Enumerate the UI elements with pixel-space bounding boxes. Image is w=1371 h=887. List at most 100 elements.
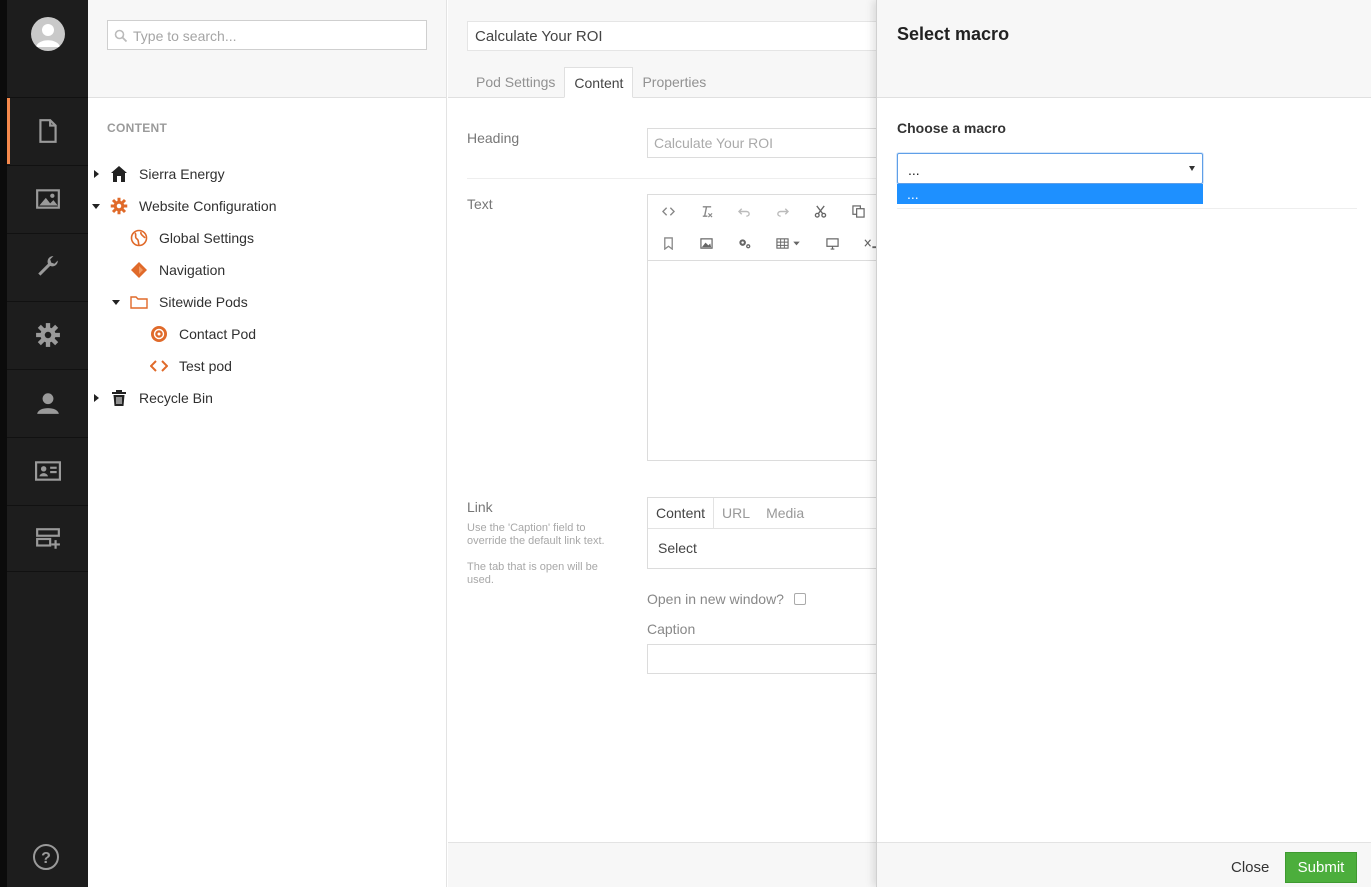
members-section[interactable] [7,437,88,504]
macro-option-selected[interactable]: ... [897,184,1203,204]
heading-label: Heading [467,130,520,146]
redo-icon[interactable] [771,200,793,222]
divider [467,178,887,179]
undo-icon[interactable] [733,200,755,222]
image-icon [35,189,60,209]
insert-image-icon[interactable] [695,232,717,254]
rte-toolbar [648,195,886,261]
tree-item-label: Contact Pod [179,326,257,342]
link-tab-content[interactable]: Content [648,498,715,529]
tree-item-recycle-bin[interactable]: Recycle Bin [92,382,213,414]
section-rail: ? [0,0,88,887]
tab-content[interactable]: Content [564,67,634,98]
new-window-label: Open in new window? [647,591,784,607]
dialog-footer: Close Submit [877,842,1371,887]
forms-section[interactable] [7,505,88,572]
tree-header [88,0,446,98]
tab-pod-settings[interactable]: Pod Settings [467,67,564,98]
help-icon[interactable]: ? [31,842,61,872]
search-input[interactable] [133,26,418,46]
link-select[interactable]: Select [658,540,697,556]
expand-caret-icon[interactable] [92,393,102,403]
developer-section[interactable] [7,233,88,300]
tree-item-navigation[interactable]: Navigation [122,254,225,286]
caption-label: Caption [647,621,696,637]
link-description: Use the 'Caption' field to override the … [467,522,605,547]
collapse-caret-icon[interactable] [112,297,122,307]
editor-tabs: Pod Settings Content Properties [467,67,715,98]
macro-select-value: ... [908,162,920,178]
gear-icon [109,196,129,216]
dialog-header: Select macro [877,0,1371,98]
media-section[interactable] [7,165,88,232]
dialog-title: Select macro [897,24,1010,44]
tree-item-label: Recycle Bin [139,390,213,406]
document-icon [38,119,57,143]
source-code-icon[interactable] [657,200,679,222]
tree-item-label: Website Configuration [139,198,277,214]
tree-item-contact-pod[interactable]: Contact Pod [142,318,256,350]
expand-caret-icon[interactable] [92,169,102,179]
wrench-icon [37,256,58,276]
tree-item-label: Navigation [159,262,226,278]
insert-macro-icon[interactable] [733,232,755,254]
target-icon [149,324,169,344]
content-tree-pane: CONTENT Sierra Energy Website Configurat… [88,0,447,887]
trash-icon [109,388,129,408]
tree-item-label: Sierra Energy [139,166,225,182]
link-tab-url[interactable]: URL [714,498,758,529]
cut-icon[interactable] [809,200,831,222]
tree-item-test-pod[interactable]: Test pod [142,350,232,382]
settings-section[interactable] [7,301,88,368]
tree-item-label: Test pod [179,358,232,374]
rich-text-editor[interactable] [647,194,887,461]
user-icon [36,393,59,414]
code-icon [149,356,169,376]
editor-footer [448,842,876,887]
divider [897,208,1357,209]
home-icon [109,164,129,184]
tree-item-sitewide-pods[interactable]: Sitewide Pods [112,286,248,318]
submit-button[interactable]: Submit [1285,852,1357,883]
text-label: Text [467,196,493,212]
tree-item-label: Sitewide Pods [159,294,248,310]
user-avatar[interactable] [31,17,65,51]
copy-icon[interactable] [847,200,869,222]
id-card-icon [34,461,61,481]
content-section[interactable] [7,97,88,164]
tree-item-sierra-energy[interactable]: Sierra Energy [92,158,225,190]
link-picker: Content URL Media Select [647,497,887,569]
close-button[interactable]: Close [1231,859,1269,876]
embed-media-icon[interactable] [821,232,843,254]
link-description-tab: The tab that is open will be used. [467,561,598,586]
node-name-input[interactable]: Calculate Your ROI [467,21,887,51]
anchor-icon[interactable] [657,232,679,254]
tab-properties[interactable]: Properties [633,67,715,98]
forms-add-icon [35,527,60,549]
globe-icon [129,228,149,248]
link-picker-tabs: Content URL Media [648,498,886,529]
new-window-checkbox[interactable] [794,593,806,605]
editor-header: Calculate Your ROI Pod Settings Content … [448,0,887,98]
gear-icon [35,323,60,347]
chevron-down-icon [1189,166,1195,171]
folder-icon [129,292,149,312]
collapse-caret-icon[interactable] [92,201,102,211]
search-box[interactable] [107,20,427,50]
diamond-icon [129,260,149,280]
tree-section-title: CONTENT [107,121,168,135]
macro-select[interactable]: ... [897,153,1203,184]
search-icon [114,29,128,43]
choose-macro-label: Choose a macro [897,120,1006,136]
select-macro-dialog: Select macro Choose a macro ... ... Clos… [876,0,1371,887]
caption-input[interactable] [647,644,887,674]
clear-format-icon[interactable] [695,200,717,222]
users-section[interactable] [7,369,88,436]
tree-item-global-settings[interactable]: Global Settings [122,222,254,254]
table-dropdown-icon[interactable] [771,232,805,254]
link-tab-media[interactable]: Media [758,498,812,529]
tree-item-website-configuration[interactable]: Website Configuration [92,190,276,222]
heading-input[interactable]: Calculate Your ROI [647,128,887,158]
content-editor: Calculate Your ROI Pod Settings Content … [448,0,887,887]
svg-text:?: ? [41,850,51,867]
